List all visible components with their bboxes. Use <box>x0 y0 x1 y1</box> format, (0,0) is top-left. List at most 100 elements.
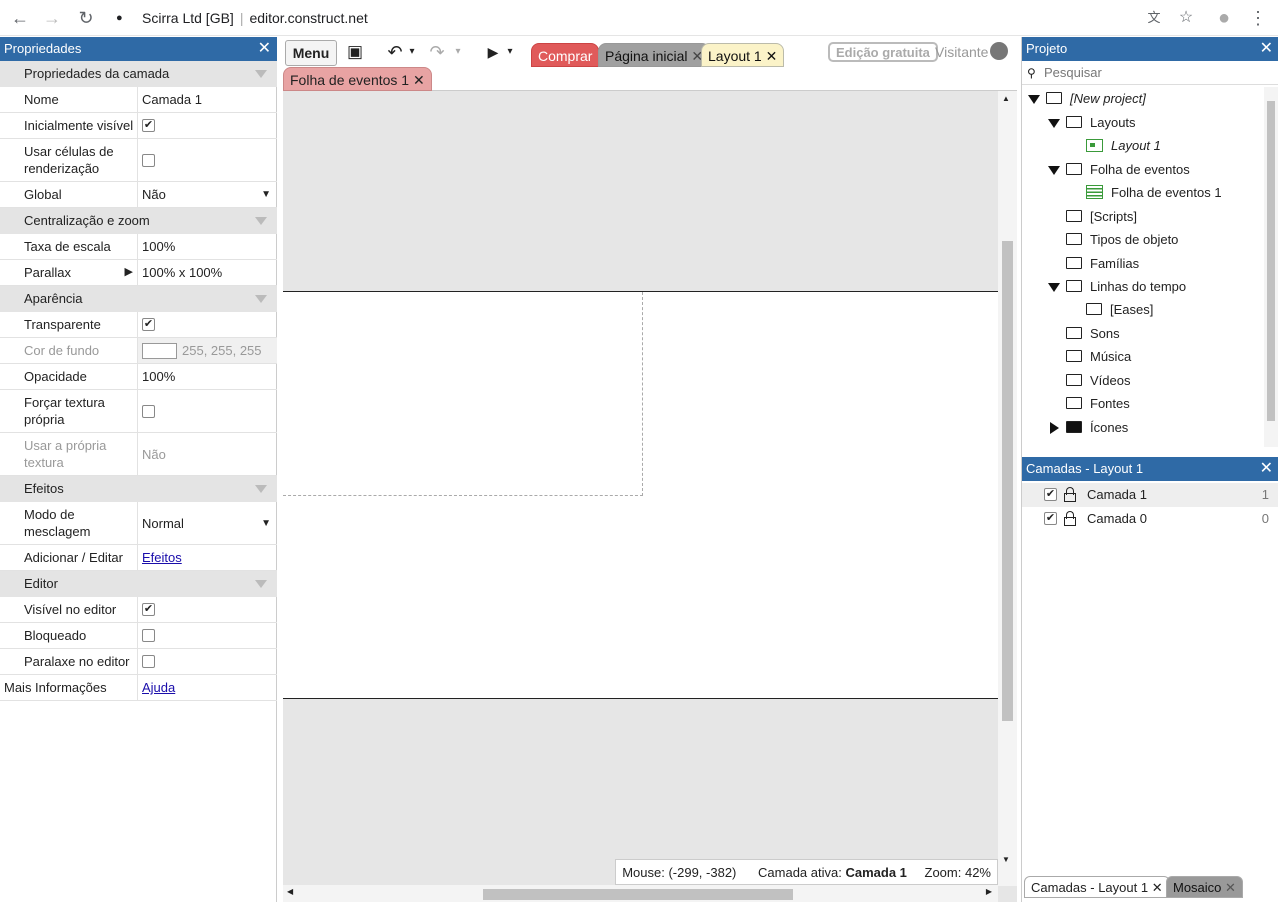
profile-icon[interactable]: ● <box>1212 6 1236 30</box>
checkbox[interactable] <box>142 404 155 418</box>
scroll-left-icon[interactable]: ◀ <box>287 887 293 896</box>
tab-layers[interactable]: Camadas - Layout 1 ✕ <box>1024 876 1170 898</box>
close-icon[interactable]: ✕ <box>1152 880 1163 895</box>
chrome-menu-icon[interactable]: ⋮ <box>1246 6 1270 30</box>
dropdown-icon[interactable]: ▼ <box>261 189 271 200</box>
prop-value[interactable]: Não <box>142 187 166 202</box>
tab-tilemap[interactable]: Mosaico ✕ <box>1166 876 1243 898</box>
tree-item-icons[interactable]: Ícones <box>1048 417 1128 439</box>
tree-item-timelines[interactable]: Linhas do tempo <box>1048 276 1186 298</box>
guest-label[interactable]: Visitante <box>935 43 988 61</box>
tree-item-music[interactable]: Música <box>1066 346 1131 368</box>
prop-opacity[interactable]: Opacidade 100% <box>0 364 277 390</box>
scroll-up-icon[interactable]: ▲ <box>1002 94 1010 103</box>
forward-icon[interactable]: → <box>40 6 64 30</box>
checkbox[interactable] <box>142 629 155 642</box>
checkbox[interactable] <box>142 153 155 167</box>
section-centering-zoom[interactable]: Centralização e zoom <box>0 208 277 234</box>
redo-icon[interactable]: ↷ <box>427 40 447 66</box>
checkbox[interactable]: ✔ <box>142 318 155 331</box>
close-icon[interactable]: ✕ <box>413 72 425 88</box>
undo-icon[interactable]: ↶ <box>385 40 405 66</box>
prop-visible-editor[interactable]: Visível no editor ✔ <box>0 597 277 623</box>
close-icon[interactable]: ✕ <box>1260 37 1273 61</box>
collapse-icon[interactable] <box>255 485 267 493</box>
prop-initially-visible[interactable]: Inicialmente visível ✔ <box>0 113 277 139</box>
scroll-thumb[interactable] <box>1267 101 1275 421</box>
collapse-icon[interactable] <box>255 70 267 78</box>
tree-item-object-types[interactable]: Tipos de objeto <box>1066 229 1178 251</box>
save-icon[interactable]: ▣ <box>343 40 367 66</box>
section-appearance[interactable]: Aparência <box>0 286 277 312</box>
visibility-checkbox[interactable]: ✔ <box>1044 512 1057 525</box>
close-icon[interactable]: ✕ <box>1225 880 1236 895</box>
expand-icon[interactable] <box>1048 119 1060 128</box>
collapse-icon[interactable] <box>255 580 267 588</box>
scroll-thumb[interactable] <box>483 889 793 900</box>
prop-global[interactable]: Global Não ▼ <box>0 182 277 208</box>
tree-scrollbar[interactable] <box>1264 87 1278 447</box>
tab-home[interactable]: Página inicial ✕ <box>598 43 711 67</box>
expand-icon[interactable] <box>1028 95 1040 104</box>
reload-icon[interactable]: ↻ <box>74 6 98 30</box>
tree-item-eases[interactable]: [Eases] <box>1086 299 1153 321</box>
section-layer-properties[interactable]: Propriedades da camada <box>0 61 277 87</box>
checkbox[interactable] <box>142 655 155 668</box>
menu-button[interactable]: Menu <box>285 40 337 66</box>
lock-icon[interactable] <box>1064 487 1076 502</box>
back-icon[interactable]: ← <box>8 6 32 30</box>
checkbox[interactable]: ✔ <box>142 603 155 616</box>
prop-transparent[interactable]: Transparente ✔ <box>0 312 277 338</box>
undo-dropdown-icon[interactable]: ▾ <box>407 40 417 66</box>
help-link[interactable]: Ajuda <box>142 680 175 695</box>
play-dropdown-icon[interactable]: ▾ <box>505 40 515 66</box>
close-icon[interactable]: ✕ <box>1260 457 1273 481</box>
layout-canvas[interactable] <box>283 91 998 886</box>
expand-icon[interactable]: ▶ <box>125 264 133 281</box>
close-icon[interactable]: ✕ <box>766 48 778 64</box>
tree-item-sounds[interactable]: Sons <box>1066 323 1120 345</box>
tab-layout-1[interactable]: Layout 1 ✕ <box>701 43 785 67</box>
collapse-icon[interactable] <box>255 217 267 225</box>
collapse-icon[interactable] <box>1050 422 1059 434</box>
expand-icon[interactable] <box>1048 166 1060 175</box>
visibility-checkbox[interactable]: ✔ <box>1044 488 1057 501</box>
section-editor[interactable]: Editor <box>0 571 277 597</box>
prop-value[interactable]: 100% <box>138 239 277 254</box>
prop-scale-rate[interactable]: Taxa de escala 100% <box>0 234 277 260</box>
prop-name[interactable]: Nome Camada 1 <box>0 87 277 113</box>
prop-render-cells[interactable]: Usar células de renderização <box>0 139 277 182</box>
tree-item-layout-1[interactable]: Layout 1 <box>1086 135 1161 157</box>
tree-item-scripts[interactable]: [Scripts] <box>1066 206 1137 228</box>
scroll-thumb[interactable] <box>1002 241 1013 721</box>
layer-row[interactable]: ✔ Camada 0 0 <box>1022 507 1278 531</box>
dropdown-icon[interactable]: ▼ <box>261 518 271 529</box>
scroll-right-icon[interactable]: ▶ <box>986 887 992 896</box>
tree-item-event-sheets[interactable]: Folha de eventos <box>1048 159 1190 181</box>
play-icon[interactable]: ▶ <box>483 40 503 66</box>
translate-icon[interactable]: 文 <box>1142 6 1166 30</box>
tab-buy[interactable]: Comprar <box>531 43 600 67</box>
checkbox[interactable]: ✔ <box>142 119 155 132</box>
free-edition-badge[interactable]: Edição gratuita <box>828 42 938 62</box>
address-bar[interactable]: ● Scirra Ltd [GB] | editor.construct.net <box>106 6 1126 30</box>
lock-icon[interactable] <box>1064 511 1076 526</box>
redo-dropdown-icon[interactable]: ▾ <box>453 40 463 66</box>
close-icon[interactable]: ✕ <box>258 37 271 61</box>
expand-icon[interactable] <box>1048 283 1060 292</box>
tab-event-sheet-1[interactable]: Folha de eventos 1 ✕ <box>283 67 432 91</box>
scroll-down-icon[interactable]: ▼ <box>1002 855 1010 864</box>
prop-value[interactable]: Normal <box>142 516 184 531</box>
tree-item-videos[interactable]: Vídeos <box>1066 370 1130 392</box>
user-avatar-icon[interactable] <box>990 42 1008 60</box>
search-input[interactable]: ⚲ Pesquisar <box>1022 61 1278 85</box>
tree-item-fonts[interactable]: Fontes <box>1066 393 1130 415</box>
tree-item-event-sheet-1[interactable]: Folha de eventos 1 <box>1086 182 1222 204</box>
layer-row[interactable]: ✔ Camada 1 1 <box>1022 483 1278 507</box>
prop-force-texture[interactable]: Forçar textura própria <box>0 390 277 433</box>
prop-value[interactable]: 100% <box>138 369 277 384</box>
prop-parallax[interactable]: Parallax ▶ 100% x 100% <box>0 260 277 286</box>
star-icon[interactable]: ☆ <box>1174 6 1198 30</box>
effects-link[interactable]: Efeitos <box>142 550 182 565</box>
prop-value[interactable]: 100% x 100% <box>138 265 277 280</box>
